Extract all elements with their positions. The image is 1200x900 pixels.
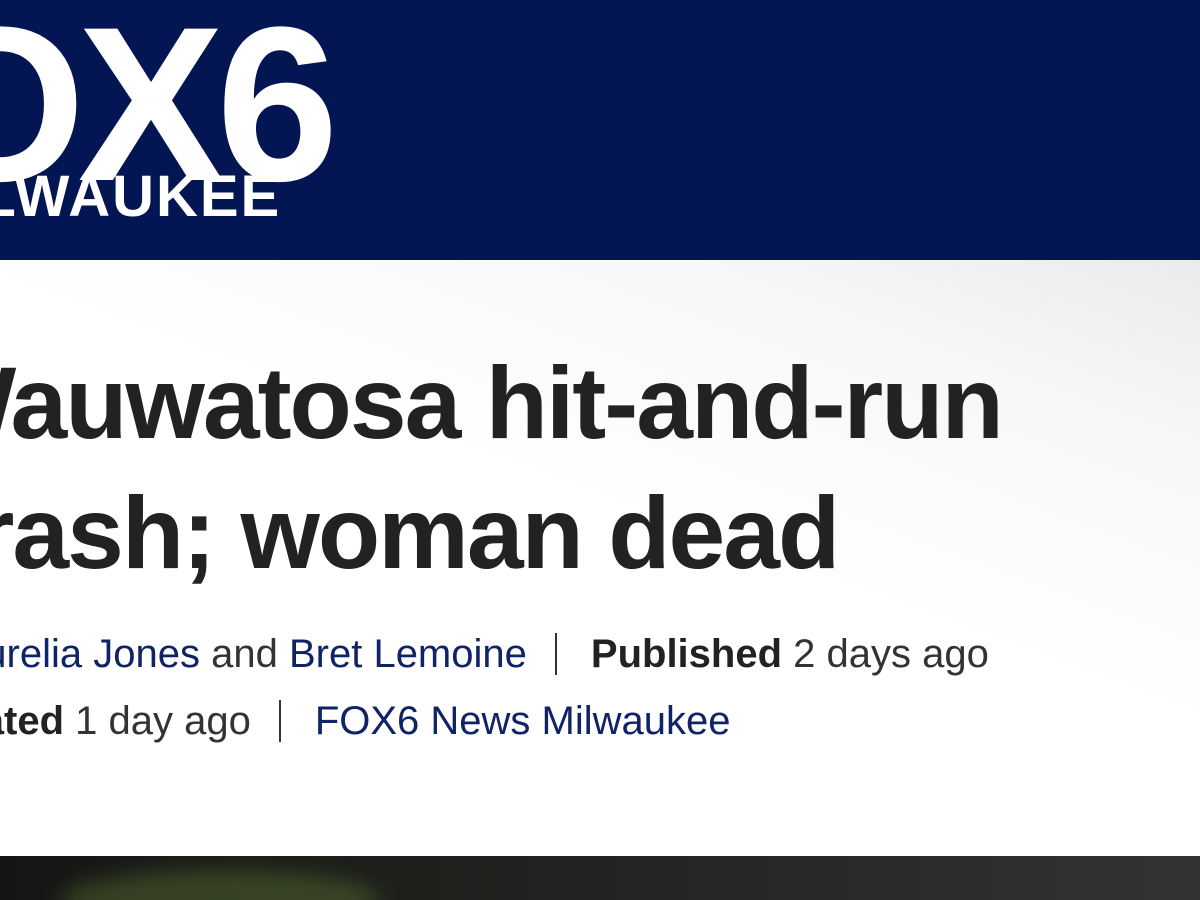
update-line: Updated 1 day ago FOX6 News Milwaukee xyxy=(0,697,731,745)
updated-label: Updated xyxy=(0,699,64,743)
logo-city-name: MILWAUKEE xyxy=(0,164,282,229)
byline-and: and xyxy=(211,632,278,676)
updated-value: 1 day ago xyxy=(75,699,251,743)
video-player-top[interactable] xyxy=(0,856,1200,900)
source-link[interactable]: FOX6 News Milwaukee xyxy=(315,699,731,743)
divider xyxy=(554,633,557,675)
byline: By Aurelia Jones and Bret LemoinePublish… xyxy=(0,630,989,678)
author-link-aurelia-jones[interactable]: Aurelia Jones xyxy=(0,632,200,676)
headline: Wauwatosa hit-and-run crash; woman dead xyxy=(0,338,1004,598)
divider xyxy=(278,700,281,742)
published-label: Published xyxy=(590,632,783,676)
video-frame-highlight xyxy=(60,870,380,900)
published-value: 2 days ago xyxy=(793,632,989,676)
site-header: FOX6 MILWAUKEE xyxy=(0,0,1200,260)
headline-line-2: crash; woman dead xyxy=(0,476,840,590)
author-link-bret-lemoine[interactable]: Bret Lemoine xyxy=(289,632,527,676)
headline-line-1: Wauwatosa hit-and-run xyxy=(0,346,1004,460)
article-header: Wauwatosa hit-and-run crash; woman dead B… xyxy=(0,260,1200,856)
